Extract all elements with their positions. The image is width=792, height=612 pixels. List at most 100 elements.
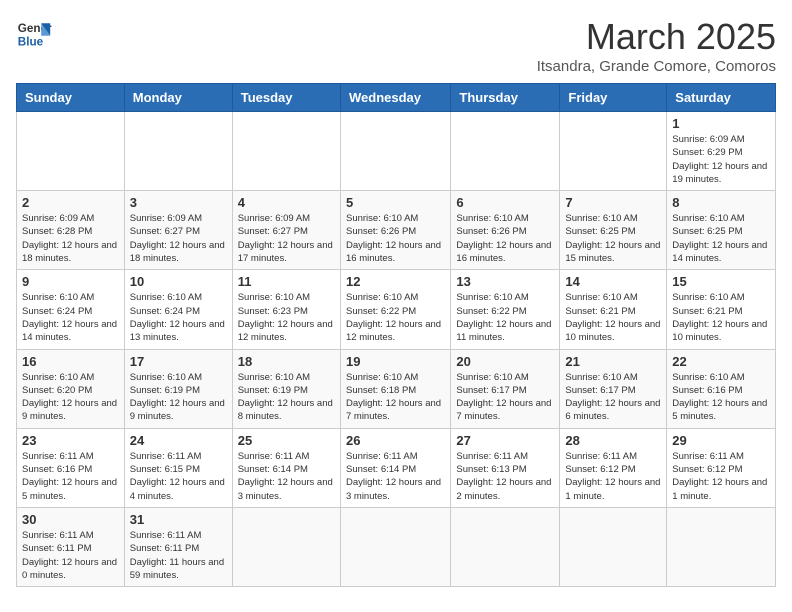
day-number: 26 [346, 433, 445, 448]
calendar-cell: 2Sunrise: 6:09 AM Sunset: 6:28 PM Daylig… [17, 191, 125, 270]
day-number: 20 [456, 354, 554, 369]
day-number: 29 [672, 433, 770, 448]
calendar-cell: 10 Sunrise: 6:10 AM Sunset: 6:24 PM Dayli… [124, 270, 232, 349]
day-info: Sunrise: 6:10 AM Sunset: 6:18 PM Dayligh… [346, 371, 445, 424]
page-header: General Blue March 2025 Itsandra, Grande… [16, 16, 776, 75]
calendar-cell: 15 Sunrise: 6:10 AM Sunset: 6:21 PM Dayli… [667, 270, 776, 349]
location-title: Itsandra, Grande Comore, Comoros [537, 58, 776, 75]
day-info: Sunrise: 6:11 AM Sunset: 6:15 PM Dayligh… [130, 450, 227, 503]
day-info: Sunrise: 6:11 AM Sunset: 6:11 PM Dayligh… [130, 529, 227, 582]
day-number: 14 [565, 274, 661, 289]
title-section: March 2025 Itsandra, Grande Comore, Como… [537, 16, 776, 75]
day-info: Sunrise: 6:10 AM Sunset: 6:19 PM Dayligh… [130, 371, 227, 424]
weekday-header: Thursday [451, 84, 560, 112]
day-number: 25 [238, 433, 335, 448]
calendar-cell: 24Sunrise: 6:11 AM Sunset: 6:15 PM Dayli… [124, 428, 232, 507]
day-info: Sunrise: 6:10 AM Sunset: 6:24 PM Dayligh… [22, 291, 119, 344]
day-number: 10 [130, 274, 227, 289]
calendar-cell [451, 507, 560, 586]
day-number: 3 [130, 195, 227, 210]
calendar-cell [451, 112, 560, 191]
calendar-cell: 23Sunrise: 6:11 AM Sunset: 6:16 PM Dayli… [17, 428, 125, 507]
weekday-header: Friday [560, 84, 667, 112]
day-info: Sunrise: 6:11 AM Sunset: 6:14 PM Dayligh… [346, 450, 445, 503]
day-number: 17 [130, 354, 227, 369]
day-info: Sunrise: 6:09 AM Sunset: 6:27 PM Dayligh… [238, 212, 335, 265]
calendar-cell: 5Sunrise: 6:10 AM Sunset: 6:26 PM Daylig… [340, 191, 450, 270]
calendar-cell [667, 507, 776, 586]
calendar-week-row: 23Sunrise: 6:11 AM Sunset: 6:16 PM Dayli… [17, 428, 776, 507]
day-number: 8 [672, 195, 770, 210]
calendar-cell: 1 Sunrise: 6:09 AM Sunset: 6:29 PM Daylig… [667, 112, 776, 191]
day-number: 19 [346, 354, 445, 369]
calendar-cell: 19 Sunrise: 6:10 AM Sunset: 6:18 PM Dayli… [340, 349, 450, 428]
day-info: Sunrise: 6:10 AM Sunset: 6:21 PM Dayligh… [565, 291, 661, 344]
day-number: 11 [238, 274, 335, 289]
day-info: Sunrise: 6:11 AM Sunset: 6:13 PM Dayligh… [456, 450, 554, 503]
month-title: March 2025 [537, 16, 776, 58]
calendar-cell: 6Sunrise: 6:10 AM Sunset: 6:26 PM Daylig… [451, 191, 560, 270]
day-info: Sunrise: 6:10 AM Sunset: 6:25 PM Dayligh… [565, 212, 661, 265]
calendar-week-row: 30Sunrise: 6:11 AM Sunset: 6:11 PM Dayli… [17, 507, 776, 586]
calendar-cell [124, 112, 232, 191]
day-number: 31 [130, 512, 227, 527]
day-number: 21 [565, 354, 661, 369]
day-info: Sunrise: 6:11 AM Sunset: 6:14 PM Dayligh… [238, 450, 335, 503]
calendar-table: SundayMondayTuesdayWednesdayThursdayFrid… [16, 83, 776, 587]
weekday-header: Monday [124, 84, 232, 112]
calendar-week-row: 2Sunrise: 6:09 AM Sunset: 6:28 PM Daylig… [17, 191, 776, 270]
calendar-cell [560, 507, 667, 586]
weekday-header: Saturday [667, 84, 776, 112]
day-number: 18 [238, 354, 335, 369]
day-info: Sunrise: 6:10 AM Sunset: 6:22 PM Dayligh… [346, 291, 445, 344]
calendar-cell: 28Sunrise: 6:11 AM Sunset: 6:12 PM Dayli… [560, 428, 667, 507]
weekday-header: Wednesday [340, 84, 450, 112]
calendar-cell: 8 Sunrise: 6:10 AM Sunset: 6:25 PM Daylig… [667, 191, 776, 270]
day-number: 9 [22, 274, 119, 289]
day-info: Sunrise: 6:10 AM Sunset: 6:26 PM Dayligh… [346, 212, 445, 265]
day-info: Sunrise: 6:11 AM Sunset: 6:12 PM Dayligh… [672, 450, 770, 503]
calendar-cell: 3 Sunrise: 6:09 AM Sunset: 6:27 PM Daylig… [124, 191, 232, 270]
calendar-week-row: 16Sunrise: 6:10 AM Sunset: 6:20 PM Dayli… [17, 349, 776, 428]
day-number: 27 [456, 433, 554, 448]
calendar-cell [232, 507, 340, 586]
day-number: 4 [238, 195, 335, 210]
day-info: Sunrise: 6:10 AM Sunset: 6:17 PM Dayligh… [456, 371, 554, 424]
day-info: Sunrise: 6:10 AM Sunset: 6:23 PM Dayligh… [238, 291, 335, 344]
day-info: Sunrise: 6:10 AM Sunset: 6:21 PM Dayligh… [672, 291, 770, 344]
calendar-cell: 22Sunrise: 6:10 AM Sunset: 6:16 PM Dayli… [667, 349, 776, 428]
day-number: 1 [672, 116, 770, 131]
calendar-cell: 13 Sunrise: 6:10 AM Sunset: 6:22 PM Dayli… [451, 270, 560, 349]
day-number: 15 [672, 274, 770, 289]
day-info: Sunrise: 6:09 AM Sunset: 6:27 PM Dayligh… [130, 212, 227, 265]
day-info: Sunrise: 6:10 AM Sunset: 6:22 PM Dayligh… [456, 291, 554, 344]
day-info: Sunrise: 6:10 AM Sunset: 6:19 PM Dayligh… [238, 371, 335, 424]
calendar-cell [560, 112, 667, 191]
day-info: Sunrise: 6:11 AM Sunset: 6:11 PM Dayligh… [22, 529, 119, 582]
day-number: 16 [22, 354, 119, 369]
calendar-cell: 16Sunrise: 6:10 AM Sunset: 6:20 PM Dayli… [17, 349, 125, 428]
day-info: Sunrise: 6:10 AM Sunset: 6:17 PM Dayligh… [565, 371, 661, 424]
weekday-header: Tuesday [232, 84, 340, 112]
calendar-header-row: SundayMondayTuesdayWednesdayThursdayFrid… [17, 84, 776, 112]
calendar-cell: 18 Sunrise: 6:10 AM Sunset: 6:19 PM Dayli… [232, 349, 340, 428]
svg-text:Blue: Blue [18, 36, 44, 49]
day-info: Sunrise: 6:10 AM Sunset: 6:24 PM Dayligh… [130, 291, 227, 344]
day-number: 13 [456, 274, 554, 289]
calendar-cell: 4 Sunrise: 6:09 AM Sunset: 6:27 PM Daylig… [232, 191, 340, 270]
day-info: Sunrise: 6:10 AM Sunset: 6:16 PM Dayligh… [672, 371, 770, 424]
day-info: Sunrise: 6:11 AM Sunset: 6:12 PM Dayligh… [565, 450, 661, 503]
day-info: Sunrise: 6:09 AM Sunset: 6:29 PM Dayligh… [672, 133, 770, 186]
calendar-cell [340, 507, 450, 586]
day-number: 23 [22, 433, 119, 448]
calendar-cell: 9 Sunrise: 6:10 AM Sunset: 6:24 PM Daylig… [17, 270, 125, 349]
calendar-cell: 11 Sunrise: 6:10 AM Sunset: 6:23 PM Dayli… [232, 270, 340, 349]
calendar-cell: 27 Sunrise: 6:11 AM Sunset: 6:13 PM Dayli… [451, 428, 560, 507]
day-info: Sunrise: 6:10 AM Sunset: 6:25 PM Dayligh… [672, 212, 770, 265]
day-number: 12 [346, 274, 445, 289]
calendar-cell: 31 Sunrise: 6:11 AM Sunset: 6:11 PM Dayli… [124, 507, 232, 586]
logo: General Blue [16, 16, 52, 52]
day-info: Sunrise: 6:09 AM Sunset: 6:28 PM Dayligh… [22, 212, 119, 265]
day-number: 7 [565, 195, 661, 210]
calendar-cell: 20 Sunrise: 6:10 AM Sunset: 6:17 PM Dayli… [451, 349, 560, 428]
